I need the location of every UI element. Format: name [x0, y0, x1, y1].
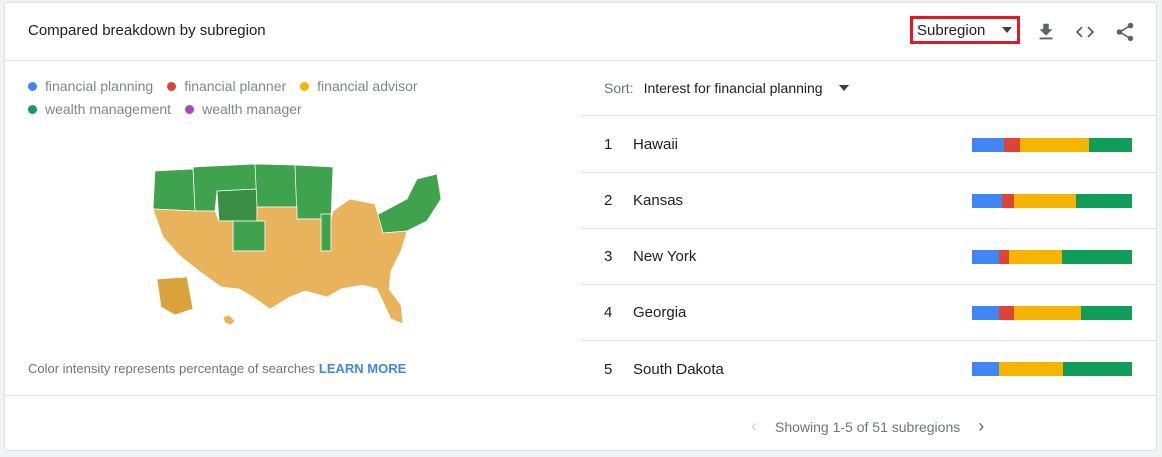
row-region-name: Georgia — [633, 304, 687, 321]
chevron-left-icon[interactable]: ‹ — [745, 416, 763, 437]
legend-label: wealth manager — [202, 101, 302, 117]
legend-item-financial-planner[interactable]: financial planner — [167, 77, 286, 96]
row-region-name: New York — [633, 248, 697, 265]
dropdown-caret-icon — [1002, 27, 1012, 33]
sort-label: Sort: — [604, 80, 634, 96]
share-segment — [1075, 193, 1132, 208]
card-header: Compared breakdown by subregion Subregio… — [5, 3, 1156, 61]
share-icon[interactable] — [1114, 21, 1136, 43]
legend-item-financial-planning[interactable]: financial planning — [28, 77, 153, 96]
row-share-bar — [972, 137, 1132, 152]
map-region-ak[interactable] — [156, 276, 194, 316]
row-region-name: South Dakota — [633, 360, 724, 378]
map-region-northeast[interactable] — [376, 173, 442, 234]
share-segment — [1020, 137, 1089, 152]
legend-label: wealth management — [45, 101, 172, 117]
sort-dropdown[interactable]: Interest for financial planning — [644, 80, 823, 96]
legend-label: financial planning — [45, 78, 154, 94]
share-segment — [972, 305, 1000, 320]
row-share-bar — [972, 193, 1132, 208]
ranking-row[interactable]: 4 Georgia — [581, 285, 1156, 341]
legend-label: financial planner — [184, 78, 287, 94]
row-region-name: Hawaii — [633, 136, 679, 153]
legend-item-financial-advisor[interactable]: financial advisor — [300, 77, 418, 96]
map-region-il[interactable] — [320, 213, 332, 252]
map-region-wy[interactable] — [216, 188, 258, 222]
row-share-bar — [972, 305, 1132, 320]
map-region-wa-or[interactable] — [152, 168, 196, 212]
share-segment — [999, 305, 1014, 320]
ranking-row[interactable]: 2 Kansas — [581, 173, 1156, 229]
ranking-row[interactable]: 1 Hawaii — [581, 117, 1156, 173]
card-title: Compared breakdown by subregion — [28, 22, 266, 39]
map-region-hi[interactable] — [222, 314, 236, 326]
map-region-mn-wi[interactable] — [294, 164, 334, 220]
sort-bar: Sort: Interest for financial planning — [581, 61, 1156, 116]
share-segment — [972, 249, 1000, 264]
download-icon[interactable] — [1035, 21, 1057, 43]
row-rank: 1 — [604, 136, 613, 153]
map-region-co[interactable] — [232, 220, 266, 252]
legend-item-wealth-manager[interactable]: wealth manager — [185, 100, 302, 119]
legend-item-wealth-management[interactable]: wealth management — [28, 100, 171, 119]
share-segment — [999, 249, 1009, 264]
share-segment — [1002, 193, 1014, 208]
legend-dot — [28, 82, 37, 91]
legend-label: financial advisor — [317, 78, 418, 94]
share-segment — [1004, 137, 1020, 152]
legend-dot — [300, 82, 310, 91]
share-segment — [999, 362, 1064, 376]
row-rank: 5 — [604, 360, 613, 378]
ranking-row[interactable]: 5 South Dakota — [581, 341, 1156, 397]
subregion-dropdown[interactable]: Subregion — [910, 16, 1020, 44]
share-segment — [972, 193, 1003, 208]
pagination: ‹ Showing 1-5 of 51 subregions › — [745, 416, 990, 437]
row-rank: 3 — [604, 248, 613, 265]
share-segment — [1080, 305, 1132, 320]
card-footer: ‹ Showing 1-5 of 51 subregions › — [5, 395, 1156, 453]
map-region-dakotas[interactable] — [254, 163, 298, 208]
row-rank: 2 — [604, 192, 613, 209]
row-share-bar — [972, 362, 1132, 376]
comparison-card: Compared breakdown by subregion Subregio… — [4, 2, 1157, 451]
row-rank: 4 — [604, 304, 613, 321]
row-region-name: Kansas — [633, 192, 684, 209]
us-map[interactable] — [145, 159, 445, 329]
legend-dot — [28, 105, 37, 114]
ranking-panel: Sort: Interest for financial planning 1 H… — [581, 61, 1156, 395]
embed-code-icon[interactable] — [1074, 21, 1096, 43]
learn-more-link[interactable]: LEARN MORE — [319, 361, 406, 376]
share-segment — [1008, 249, 1062, 264]
chevron-right-icon[interactable]: › — [972, 416, 990, 437]
row-share-bar — [972, 249, 1132, 264]
share-segment — [972, 137, 1004, 152]
map-panel: financial planning financial planner fin… — [5, 61, 580, 395]
share-segment — [1013, 305, 1081, 320]
sort-caret-icon[interactable] — [838, 85, 849, 91]
color-intensity-note: Color intensity represents percentage of… — [28, 361, 406, 376]
ranking-row[interactable]: 3 New York — [581, 229, 1156, 285]
share-segment — [1088, 137, 1132, 152]
share-segment — [1013, 193, 1076, 208]
pagination-text: Showing 1-5 of 51 subregions — [775, 418, 961, 435]
dropdown-label: Subregion — [917, 21, 986, 39]
ranking-list: 1 Hawaii 2 Kansas 3 New York 4 Georgia 5 South Da… — [581, 117, 1156, 397]
share-segment — [1061, 249, 1132, 264]
note-text: Color intensity represents percentage of… — [28, 361, 315, 376]
legend-dot — [185, 105, 195, 114]
share-segment — [1063, 362, 1132, 376]
share-segment — [972, 362, 1000, 376]
legend-dot — [167, 82, 177, 91]
legend: financial planning financial planner fin… — [28, 77, 498, 119]
